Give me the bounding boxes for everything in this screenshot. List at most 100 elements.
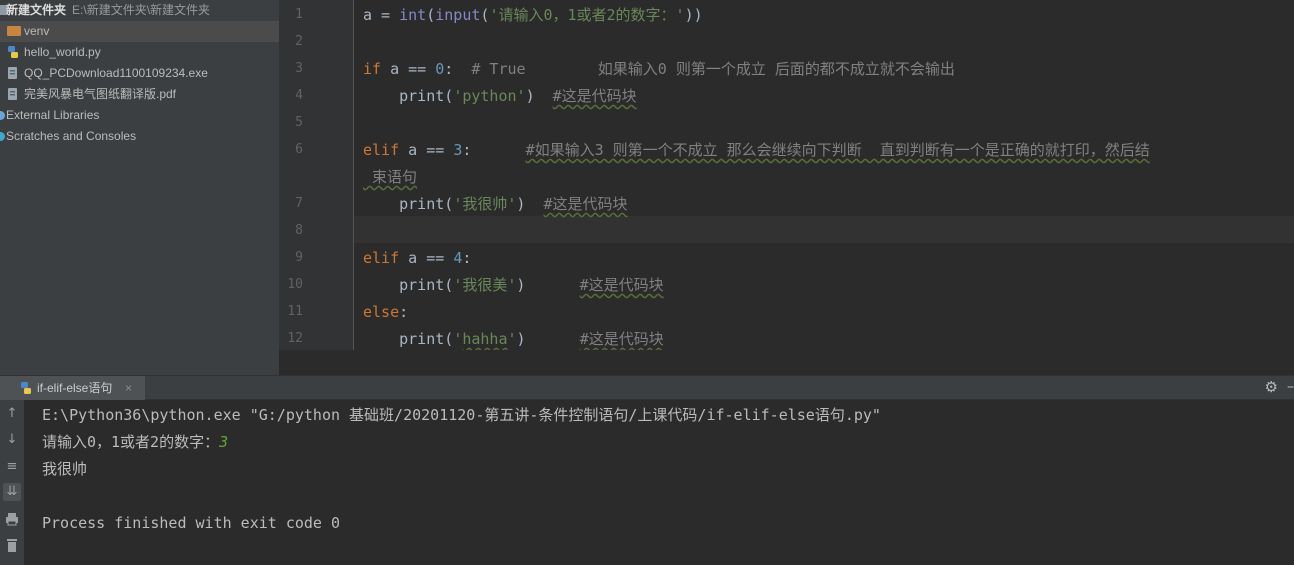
- print-icon[interactable]: [3, 510, 21, 528]
- code-token: #这是代码块: [552, 87, 637, 105]
- code-token: # True 如果输入0 则第一个成立 后面的都不成立就不会输出: [471, 60, 955, 78]
- tree-item-qq-download[interactable]: QQ_PCDownload1100109234.exe: [0, 63, 279, 84]
- console-text: 我很帅: [42, 460, 88, 478]
- tree-item-label: QQ_PCDownload1100109234.exe: [24, 66, 208, 80]
- code-token: a ==: [399, 249, 454, 267]
- console-text: E:\Python36\python.exe "G:/python 基础班/20…: [42, 406, 881, 424]
- code-token: ': [507, 330, 517, 348]
- code-line[interactable]: else:: [363, 299, 408, 326]
- line-number: 10: [287, 277, 303, 292]
- code-token: print(: [363, 195, 454, 213]
- code-token: :: [462, 141, 526, 159]
- tree-item-label: hello_world.py: [24, 45, 101, 59]
- code-token: ': [453, 330, 463, 348]
- code-token: a ==: [381, 60, 436, 78]
- tree-item-label: Scratches and Consoles: [6, 129, 137, 143]
- tree-item-venv[interactable]: venv: [0, 21, 279, 42]
- code-line[interactable]: print('我很帅') #这是代码块: [363, 191, 628, 218]
- line-number: 11: [287, 304, 303, 319]
- run-panel-header: if-elif-else语句 × ⚙ –: [0, 375, 1294, 400]
- code-token: input: [435, 6, 481, 24]
- console-line: 我很帅: [42, 456, 87, 483]
- run-tab[interactable]: if-elif-else语句 ×: [0, 376, 145, 400]
- tree-item-label: venv: [24, 24, 50, 38]
- library-icon: [0, 111, 5, 120]
- line-number-gutter: 1 2 3 4 5 6 7 8 9 10 11 12: [279, 0, 354, 350]
- console-user-input: 3: [219, 433, 229, 451]
- code-token: if: [363, 60, 382, 78]
- code-token: int: [399, 6, 427, 24]
- project-path: E:\新建文件夹\新建文件夹: [72, 3, 211, 17]
- tree-item-scratches[interactable]: Scratches and Consoles: [0, 126, 279, 147]
- arrow-down-icon[interactable]: ↓: [3, 431, 21, 449]
- code-line[interactable]: if a == 0: # True 如果输入0 则第一个成立 后面的都不成立就不…: [363, 56, 955, 83]
- code-token: ): [516, 330, 580, 348]
- code-token: '我很帅': [453, 195, 517, 213]
- line-number: 9: [295, 250, 303, 265]
- line-number: 1: [295, 7, 303, 22]
- code-line[interactable]: print('hahha') #这是代码块: [363, 326, 664, 353]
- project-sidebar: 新建文件夹 E:\新建文件夹\新建文件夹 venv hello_world.py …: [0, 0, 279, 375]
- line-number: 3: [295, 61, 303, 76]
- code-token: elif: [363, 249, 400, 267]
- soft-wrap-icon[interactable]: ≡: [3, 458, 21, 476]
- code-token: ): [525, 87, 553, 105]
- code-token: :: [399, 303, 409, 321]
- code-token: print(: [363, 276, 454, 294]
- arrow-up-icon[interactable]: ↑: [3, 405, 21, 423]
- code-token: a ==: [399, 141, 454, 159]
- tree-item-hello-world[interactable]: hello_world.py: [0, 42, 279, 63]
- tree-item-external-libraries[interactable]: External Libraries: [0, 105, 279, 126]
- code-line[interactable]: 束语句: [363, 164, 417, 191]
- editor-empty-area: [279, 350, 1294, 375]
- code-token: print(: [363, 330, 454, 348]
- pdf-file-icon: [8, 88, 17, 100]
- code-token: :: [444, 60, 472, 78]
- code-token: elif: [363, 141, 400, 159]
- trash-icon[interactable]: [3, 536, 21, 554]
- line-number: 2: [295, 34, 303, 49]
- code-line[interactable]: elif a == 4:: [363, 245, 471, 272]
- code-line[interactable]: print('我很美') #这是代码块: [363, 272, 664, 299]
- minimize-icon[interactable]: –: [1287, 380, 1294, 395]
- run-tab-label: if-elif-else语句: [37, 381, 113, 395]
- gear-icon[interactable]: ⚙: [1265, 380, 1278, 395]
- code-token: a =: [363, 6, 400, 24]
- console-text: Process finished with exit code 0: [42, 514, 341, 532]
- scratch-icon: [0, 132, 5, 141]
- code-token: '我很美': [453, 276, 517, 294]
- code-line[interactable]: a = int(input('请输入0，1或者2的数字：')): [363, 2, 703, 29]
- code-token: 0: [435, 60, 445, 78]
- python-run-icon: [21, 382, 31, 394]
- line-number: 8: [295, 223, 303, 238]
- code-token: (: [426, 6, 436, 24]
- code-line[interactable]: print('python') #这是代码块: [363, 83, 637, 110]
- close-icon[interactable]: ×: [125, 376, 132, 400]
- code-token: 3: [453, 141, 463, 159]
- tree-item-pdf[interactable]: 完美风暴电气图纸翻译版.pdf: [0, 84, 279, 105]
- project-root-row[interactable]: 新建文件夹 E:\新建文件夹\新建文件夹: [0, 0, 279, 21]
- console-text: 请输入0，1或者2的数字：: [42, 433, 220, 451]
- project-name: 新建文件夹: [6, 3, 67, 17]
- code-token: else: [363, 303, 400, 321]
- code-token: 'python': [453, 87, 526, 105]
- scroll-to-end-icon[interactable]: ⇊: [3, 483, 21, 501]
- code-token: )): [684, 6, 703, 24]
- code-token: #这是代码块: [579, 330, 664, 348]
- code-token: '请输入0，1或者2的数字：': [489, 6, 685, 24]
- current-line-highlight: [354, 216, 1294, 243]
- code-token: hahha: [462, 330, 508, 348]
- code-token: 束语句: [363, 168, 418, 186]
- tree-item-label: External Libraries: [6, 108, 100, 122]
- code-token: print(: [363, 87, 454, 105]
- code-token: #这是代码块: [543, 195, 628, 213]
- code-line[interactable]: elif a == 3: #如果输入3 则第一个不成立 那么会继续向下判断 直到…: [363, 137, 1150, 164]
- code-token: #如果输入3 则第一个不成立 那么会继续向下判断 直到判断有一个是正确的就打印，…: [525, 141, 1150, 159]
- folder-icon: [7, 26, 21, 36]
- line-number: 5: [295, 115, 303, 130]
- line-number: 7: [295, 196, 303, 211]
- code-editor[interactable]: a = int(input('请输入0，1或者2的数字：')) if a == 0…: [354, 0, 1294, 350]
- run-toolbar: ↑ ↓ ≡ ⇊: [0, 400, 24, 565]
- run-console-output[interactable]: E:\Python36\python.exe "G:/python 基础班/20…: [24, 400, 1294, 565]
- console-line: Process finished with exit code 0: [42, 510, 340, 537]
